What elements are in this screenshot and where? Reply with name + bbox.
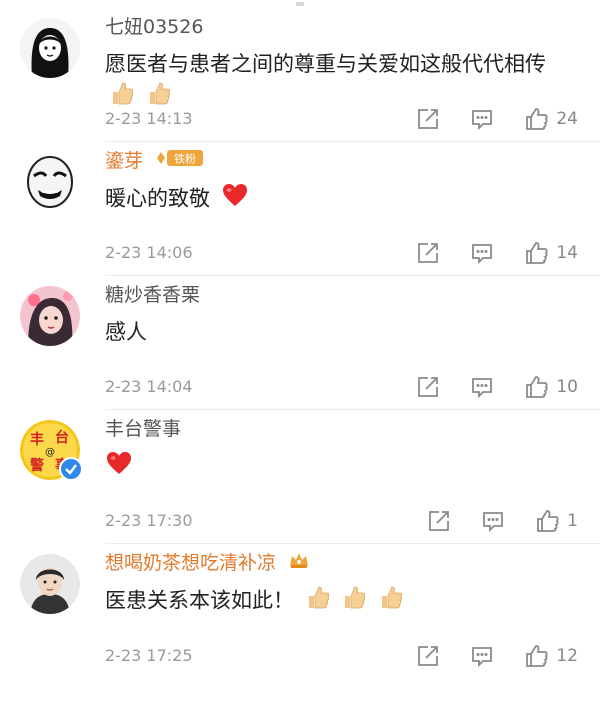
- repost-button[interactable]: [416, 644, 440, 668]
- avatar[interactable]: 丰 台 @ 警 事: [20, 420, 83, 481]
- comment-item: 糖炒香香栗 感人 2-23 14:04 10: [0, 276, 600, 410]
- repost-button[interactable]: [416, 107, 440, 131]
- comment-item: 丰 台 @ 警 事 丰台警事 2-23 17:30 1: [0, 410, 600, 544]
- comment-text-content: 愿医者与患者之间的尊重与关爱如这般代代相传: [105, 52, 546, 76]
- comment-timestamp: 2-23 14:06: [105, 243, 193, 262]
- comment-actions: 24: [386, 106, 578, 132]
- avatar-text: 丰: [30, 431, 44, 448]
- avatar-young-man-icon: [20, 554, 80, 614]
- thumbs-up-emoji-icon: [378, 584, 404, 619]
- repost-icon: [429, 511, 450, 531]
- like-icon: [526, 645, 548, 667]
- like-button[interactable]: 1: [535, 508, 578, 534]
- comment-timestamp: 2-23 14:13: [105, 109, 193, 128]
- fan-badge: 铁粉: [155, 148, 205, 175]
- comment-icon: [472, 647, 493, 668]
- like-button[interactable]: 14: [524, 240, 578, 266]
- username-text: 想喝奶茶想吃清补凉: [105, 552, 277, 574]
- top-strip: [0, 0, 600, 8]
- avatar-text: @: [45, 447, 55, 458]
- username[interactable]: 丰台警事: [105, 416, 181, 442]
- comment-text: 感人: [105, 316, 575, 348]
- username[interactable]: 想喝奶茶想吃清补凉: [105, 550, 310, 577]
- username[interactable]: 七妞03526: [105, 14, 203, 40]
- like-count: 12: [556, 646, 578, 666]
- comment-text: 医患关系本该如此！: [105, 584, 575, 619]
- crown-icon: [157, 152, 166, 164]
- comment-icon: [472, 244, 493, 265]
- comment-item: 想喝奶茶想吃清补凉 医患关系本该如此！ 2-23 17:25 12: [0, 544, 600, 679]
- comment-button[interactable]: [470, 375, 494, 399]
- comment-text-content: 医患关系本该如此！: [105, 588, 294, 613]
- avatar[interactable]: [20, 286, 80, 346]
- comment-timestamp: 2-23 17:30: [105, 511, 193, 530]
- vip-crown-icon: [288, 550, 310, 577]
- like-button[interactable]: 10: [524, 374, 578, 400]
- like-button[interactable]: 24: [524, 106, 578, 132]
- comment-text-content: 感人: [105, 320, 147, 344]
- username-text: 鎏芽: [105, 150, 144, 172]
- comment-item: 七妞03526 愿医者与患者之间的尊重与关爱如这般代代相传 2-23 14:13…: [0, 8, 600, 142]
- avatar[interactable]: [20, 18, 80, 78]
- repost-icon: [418, 377, 439, 397]
- like-icon: [526, 376, 548, 398]
- comment-button[interactable]: [470, 107, 494, 131]
- avatar[interactable]: [20, 554, 80, 614]
- comment-text: 暖心的致敬: [105, 182, 575, 217]
- like-count: 1: [567, 511, 578, 531]
- thumbs-up-emoji-icon: [341, 584, 367, 619]
- fan-badge-label: 铁粉: [174, 153, 196, 166]
- like-count: 24: [556, 109, 578, 129]
- like-icon: [526, 108, 548, 130]
- comment-button[interactable]: [470, 644, 494, 668]
- avatar-girl-icon: [20, 18, 80, 78]
- red-heart-emoji-icon: [105, 450, 133, 485]
- verified-badge-icon: [59, 457, 83, 481]
- like-button[interactable]: 12: [524, 643, 578, 669]
- comment-actions: 10: [386, 374, 578, 400]
- avatar-meme-face-icon: [20, 152, 80, 212]
- repost-button[interactable]: [416, 241, 440, 265]
- comment-button[interactable]: [470, 241, 494, 265]
- repost-icon: [418, 646, 439, 666]
- comment-actions: 14: [386, 240, 578, 266]
- comment-icon: [483, 512, 504, 533]
- username[interactable]: 糖炒香香栗: [105, 282, 200, 308]
- comment-text-content: 暖心的致敬: [105, 186, 210, 211]
- repost-icon: [418, 243, 439, 263]
- like-count: 10: [556, 377, 578, 397]
- comment-text: [105, 450, 575, 485]
- avatar-text: 警: [30, 457, 44, 474]
- repost-button[interactable]: [416, 375, 440, 399]
- comment-actions: 1: [397, 508, 578, 534]
- like-count: 14: [556, 243, 578, 263]
- like-icon: [526, 242, 548, 264]
- like-icon: [537, 510, 559, 532]
- comment-button[interactable]: [481, 509, 505, 533]
- comment-actions: 12: [386, 643, 578, 669]
- comment-timestamp: 2-23 14:04: [105, 377, 193, 396]
- avatar-text: 台: [55, 429, 69, 446]
- comment-item: 鎏芽 铁粉 暖心的致敬 2-23 14:06 14: [0, 142, 600, 276]
- red-heart-emoji-icon: [221, 182, 249, 217]
- repost-icon: [418, 109, 439, 129]
- comment-text: 愿医者与患者之间的尊重与关爱如这般代代相传: [105, 48, 575, 115]
- comment-icon: [472, 110, 493, 131]
- username[interactable]: 鎏芽 铁粉: [105, 148, 205, 175]
- comment-timestamp: 2-23 17:25: [105, 646, 193, 665]
- comment-icon: [472, 378, 493, 399]
- thumbs-up-emoji-icon: [305, 584, 331, 619]
- avatar-painted-girl-icon: [20, 286, 80, 346]
- avatar[interactable]: [20, 152, 80, 212]
- repost-button[interactable]: [427, 509, 451, 533]
